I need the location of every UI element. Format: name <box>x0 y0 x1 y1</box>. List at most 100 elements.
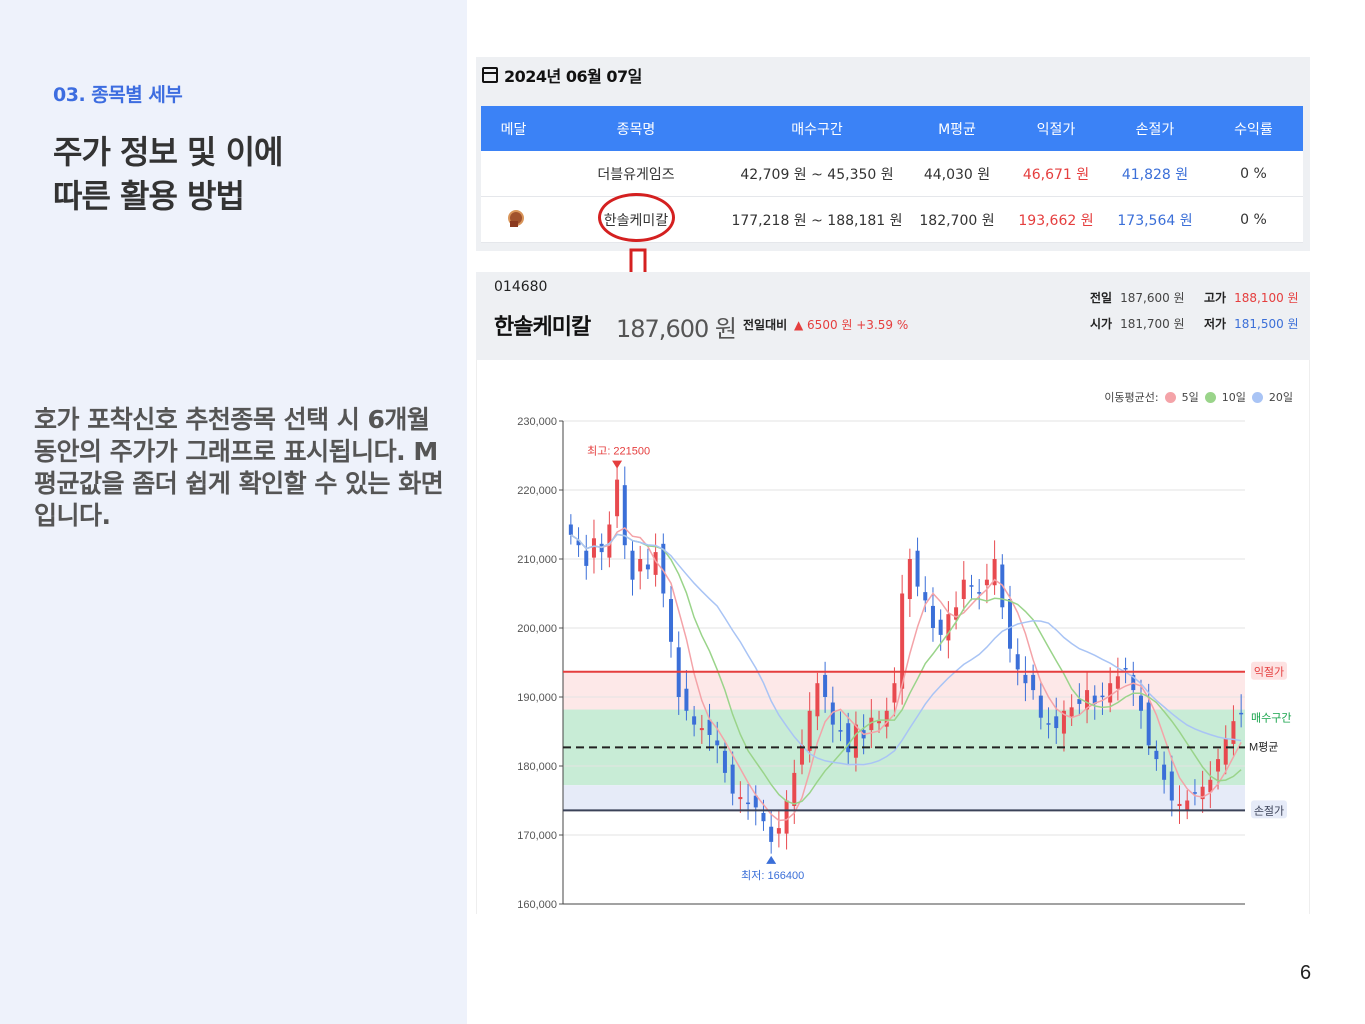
candle-body <box>877 721 882 724</box>
candle-body <box>984 579 989 586</box>
stock-info-panel: 014680 한솔케미칼 187,600 원 전일대비 ▲ 6500 원 +3.… <box>476 272 1310 360</box>
row-stop-loss: 173,564 원 <box>1117 212 1193 229</box>
candle-body <box>938 619 943 635</box>
prev-value: 187,600 원 <box>1120 291 1185 305</box>
candle-body <box>730 764 735 794</box>
stock-code: 014680 <box>494 279 548 295</box>
left-panel: 03. 종목별 세부 주가 정보 및 이에 따른 활용 방법 호가 포착신호 추… <box>0 0 467 1024</box>
date-header: 2024년 06월 07일 <box>482 63 642 87</box>
candle-body <box>1015 654 1020 670</box>
candle-body <box>838 730 843 732</box>
candle-body <box>1054 716 1059 729</box>
candle-body <box>645 564 650 570</box>
prev-label: 전일 <box>1090 291 1113 305</box>
candle-body <box>954 607 959 620</box>
header-medal: 메달 <box>500 121 527 138</box>
row-name[interactable]: 더블유게임즈 <box>546 164 726 184</box>
candle-body <box>1185 800 1190 810</box>
candle-body <box>615 479 620 517</box>
candle-body <box>823 674 828 697</box>
candle-body <box>692 716 697 725</box>
candle-body <box>930 605 935 628</box>
row-medal <box>481 209 546 230</box>
row-take-profit: 46,671 원 <box>1022 166 1090 183</box>
bronze-medal-icon <box>507 209 524 227</box>
prev-close: 전일 187,600 원 <box>1090 289 1185 306</box>
heading-line-2: 따른 활용 방법 <box>53 177 245 215</box>
header-return: 수익률 <box>1234 121 1273 138</box>
row-m-avg: 182,700 원 <box>919 212 995 229</box>
calendar-icon <box>482 67 498 83</box>
candle-body <box>761 812 766 822</box>
candle-body <box>961 579 966 600</box>
row-take-profit: 193,662 원 <box>1018 212 1094 229</box>
open-price: 시가 181,700 원 <box>1090 315 1185 332</box>
candle-body <box>907 559 912 600</box>
candle-body <box>699 728 704 731</box>
highlight-circle <box>598 193 675 242</box>
candlestick-chart[interactable]: 160,000 170,000 180,000 190,000 200,000 210,0… <box>477 360 1309 914</box>
y-tick-label: 170,000 <box>517 830 557 842</box>
high-price: 고가 188,100 원 <box>1204 289 1299 306</box>
candle-body <box>638 559 643 572</box>
open-value: 181,700 원 <box>1120 317 1185 331</box>
candle-body <box>1138 695 1143 711</box>
change-value: ▲ 6500 원 +3.59 % <box>794 318 909 332</box>
take-profit-label: 익절가 <box>1254 666 1284 679</box>
min-price-label: 최저: 166400 <box>741 869 804 882</box>
candle-body <box>568 524 573 535</box>
y-tick-label: 220,000 <box>517 485 557 497</box>
y-tick-label: 230,000 <box>517 416 557 428</box>
header-m-avg: M평균 <box>938 121 976 138</box>
ma20-dot-icon[interactable] <box>1251 391 1263 403</box>
low-label: 저가 <box>1204 317 1227 331</box>
candle-body <box>923 592 928 601</box>
candle-body <box>1177 803 1182 807</box>
candle-body <box>684 688 689 711</box>
header-buy-range: 매수구간 <box>791 121 843 138</box>
stock-name: 한솔케미칼 <box>494 315 591 340</box>
header-take-profit: 익절가 <box>1036 121 1076 138</box>
candle-body <box>715 740 720 746</box>
candle-body <box>1031 674 1036 691</box>
row-buy-range: 177,218 원 ~ 188,181 원 <box>731 212 903 229</box>
candle-body <box>1046 723 1051 725</box>
date-text: 2024년 06월 07일 <box>504 67 642 86</box>
legend-ma5[interactable]: 5일 <box>1182 389 1199 405</box>
open-label: 시가 <box>1090 317 1113 331</box>
low-value: 181,500 원 <box>1234 317 1299 331</box>
candle-body <box>892 683 897 703</box>
candle-body <box>1216 759 1221 772</box>
y-tick-label: 180,000 <box>517 761 557 773</box>
legend-ma10[interactable]: 10일 <box>1222 389 1246 405</box>
candle-body <box>1100 695 1105 698</box>
y-tick-label: 210,000 <box>517 554 557 566</box>
candle-body <box>969 585 974 587</box>
max-marker-icon <box>612 460 623 469</box>
y-tick-label: 190,000 <box>517 692 557 704</box>
candle-body <box>915 550 920 587</box>
candle-body <box>738 797 743 800</box>
table-row[interactable]: 더블유게임즈 42,709 원 ~ 45,350 원 44,030 원 46,6… <box>481 151 1303 197</box>
slide-heading: 주가 정보 및 이에 따른 활용 방법 <box>53 130 284 218</box>
candle-body <box>1223 738 1228 765</box>
ma5-dot-icon[interactable] <box>1164 391 1176 403</box>
candle-body <box>1023 674 1028 684</box>
y-tick-label: 160,000 <box>517 899 557 911</box>
candle-body <box>669 599 674 642</box>
stop-loss-label: 손절가 <box>1254 804 1284 817</box>
candle-body <box>746 802 751 805</box>
candle-body <box>1231 721 1236 744</box>
row-stop-loss: 41,828 원 <box>1121 166 1189 183</box>
legend-ma20[interactable]: 20일 <box>1269 389 1293 405</box>
candle-body <box>1008 599 1013 649</box>
candle-body <box>853 724 858 758</box>
candle-body <box>792 772 797 807</box>
candle-body <box>1069 707 1074 717</box>
stock-price: 187,600 원 <box>616 315 737 343</box>
candle-body <box>1169 771 1174 801</box>
ma10-dot-icon[interactable] <box>1204 391 1216 403</box>
min-marker-icon <box>766 855 777 864</box>
ma-legend: 이동평균선: 5일 10일 20일 <box>1104 389 1293 405</box>
candle-body <box>722 750 727 773</box>
